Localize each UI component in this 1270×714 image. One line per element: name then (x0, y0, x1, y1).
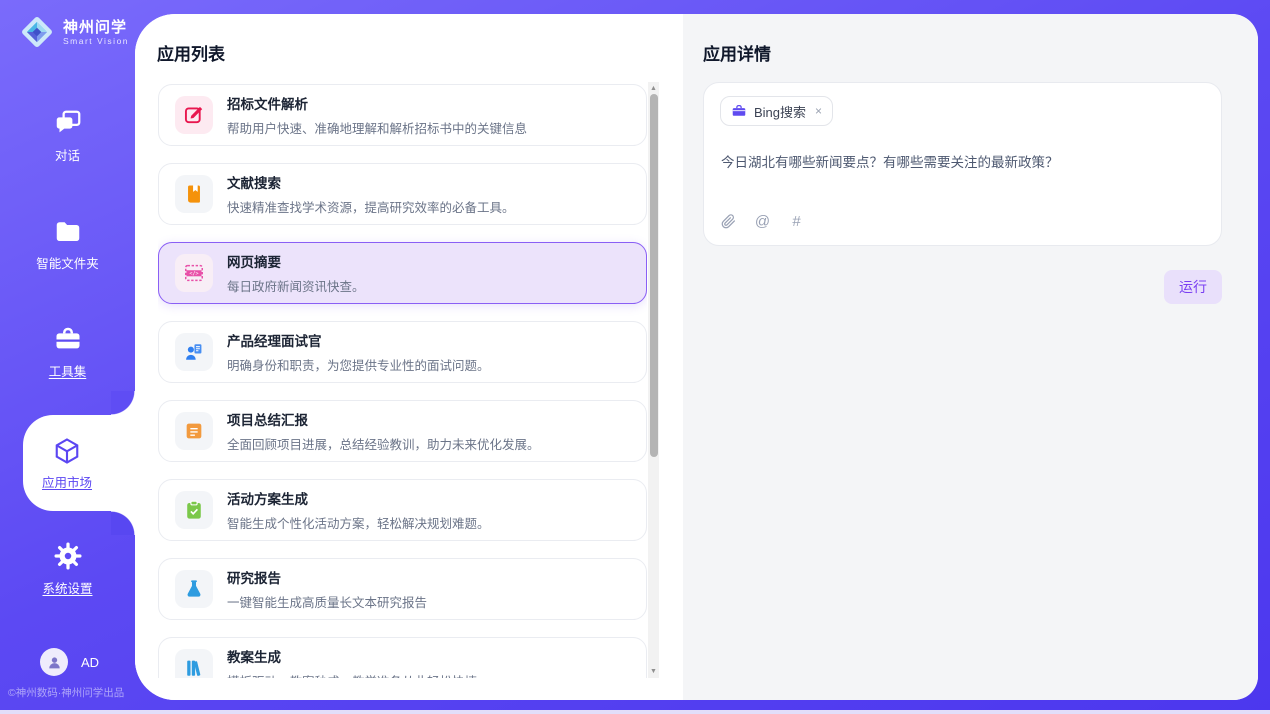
sidebar-item-toolset[interactable]: 工具集 (0, 324, 135, 380)
sidebar-item-label: 智能文件夹 (36, 253, 99, 272)
browser-code-icon: </> (175, 254, 213, 292)
brand-subtitle: Smart Vision (63, 36, 129, 46)
app-card-2[interactable]: 文献搜索快速精准查找学术资源，提高研究效率的必备工具。 (158, 163, 647, 225)
clipboard-check-icon (175, 491, 213, 529)
sidebar-item-settings[interactable]: 系统设置 (0, 541, 135, 597)
brand-name: 神州问学 (63, 19, 129, 36)
scroll-up-arrow-icon[interactable]: ▲ (648, 83, 659, 94)
hash-icon[interactable]: # (788, 213, 805, 230)
app-list-title: 应用列表 (157, 40, 225, 65)
person-icon (45, 653, 64, 672)
app-card-description: 一键智能生成高质量长文本研究报告 (227, 592, 427, 611)
app-card-description: 快速精准查找学术资源，提高研究效率的必备工具。 (227, 197, 515, 216)
svg-text:</>: </> (189, 271, 198, 277)
tool-chip-label: Bing搜索 (754, 102, 806, 121)
bottom-edge-strip (0, 710, 1270, 714)
sidebar: 神州问学 Smart Vision 对话智能文件夹工具集应用市场系统设置 AD … (0, 0, 135, 714)
app-card-7[interactable]: 研究报告一键智能生成高质量长文本研究报告 (158, 558, 647, 620)
user-account[interactable]: AD (40, 648, 99, 676)
app-card-8[interactable]: 教案生成模板驱动，教案秒成，教学准备从此轻松快捷 (158, 637, 647, 678)
app-card-3[interactable]: </> 网页摘要每日政府新闻资讯快查。 (158, 242, 647, 304)
note-lines-icon (175, 412, 213, 450)
app-card-title: 活动方案生成 (227, 488, 490, 508)
app-card-1[interactable]: 招标文件解析帮助用户快速、准确地理解和解析招标书中的关键信息 (158, 84, 647, 146)
app-card-title: 网页摘要 (227, 251, 365, 271)
books-icon (175, 649, 213, 678)
chat-icon (53, 108, 83, 138)
sidebar-item-label: 工具集 (49, 361, 87, 380)
app-card-list: 招标文件解析帮助用户快速、准确地理解和解析招标书中的关键信息文献搜索快速精准查找… (158, 82, 647, 678)
copyright-text: ©神州数码·神州问学出品 (8, 685, 124, 700)
app-card-description: 每日政府新闻资讯快查。 (227, 276, 365, 295)
avatar (40, 648, 68, 676)
sidebar-item-label: 应用市场 (42, 472, 92, 491)
app-card-6[interactable]: 活动方案生成智能生成个性化活动方案，轻松解决规划难题。 (158, 479, 647, 541)
app-detail-title: 应用详情 (703, 40, 771, 65)
app-card-description: 智能生成个性化活动方案，轻松解决规划难题。 (227, 513, 490, 532)
app-card-description: 模板驱动，教案秒成，教学准备从此轻松快捷 (227, 671, 477, 678)
toolbox-icon (53, 324, 83, 354)
app-card-description: 明确身份和职责，为您提供专业性的面试问题。 (227, 355, 490, 374)
prompt-toolbar: @ # (720, 213, 805, 230)
tool-chip-bing-search[interactable]: Bing搜索 × (720, 96, 833, 126)
app-card-title: 文献搜索 (227, 172, 515, 192)
book-icon (175, 175, 213, 213)
mention-icon[interactable]: @ (754, 213, 771, 230)
app-detail-panel: 应用详情 Bing搜索 × 今日湖北有哪些新闻要点？有哪些需要关注的最新政策？ (683, 14, 1258, 700)
scrollbar[interactable]: ▲ ▼ (648, 82, 659, 678)
sidebar-item-folders[interactable]: 智能文件夹 (0, 216, 135, 272)
brand-logo: 神州问学 Smart Vision (18, 13, 129, 51)
app-card-title: 招标文件解析 (227, 93, 527, 113)
sidebar-item-label: 对话 (55, 145, 80, 164)
run-button[interactable]: 运行 (1164, 270, 1222, 304)
briefcase-icon (731, 103, 747, 119)
prompt-input[interactable]: Bing搜索 × 今日湖北有哪些新闻要点？有哪些需要关注的最新政策？ @ # (703, 82, 1222, 246)
app-card-title: 产品经理面试官 (227, 330, 490, 350)
sidebar-item-label: 系统设置 (42, 578, 92, 597)
cube-icon (52, 436, 82, 466)
app-card-description: 全面回顾项目进展，总结经验教训，助力未来优化发展。 (227, 434, 540, 453)
app-card-5[interactable]: 项目总结汇报全面回顾项目进展，总结经验教训，助力未来优化发展。 (158, 400, 647, 462)
sidebar-item-market[interactable]: 应用市场 (23, 415, 135, 511)
app-window: { "brand": { "name": "神州问学", "subtitle":… (0, 0, 1270, 714)
app-card-4[interactable]: 产品经理面试官明确身份和职责，为您提供专业性的面试问题。 (158, 321, 647, 383)
pen-square-icon (175, 96, 213, 134)
interviewer-icon (175, 333, 213, 371)
user-initials: AD (81, 655, 99, 670)
app-card-title: 研究报告 (227, 567, 427, 587)
flask-icon (175, 570, 213, 608)
folder-icon (53, 216, 83, 246)
app-card-title: 项目总结汇报 (227, 409, 540, 429)
sidebar-item-chat[interactable]: 对话 (0, 108, 135, 164)
attachment-icon[interactable] (720, 213, 737, 230)
chip-close-icon[interactable]: × (815, 104, 822, 118)
scrollbar-thumb[interactable] (650, 94, 658, 457)
gem-diamond-icon (18, 13, 56, 51)
prompt-query-text[interactable]: 今日湖北有哪些新闻要点？有哪些需要关注的最新政策？ (721, 151, 1205, 171)
app-card-description: 帮助用户快速、准确地理解和解析招标书中的关键信息 (227, 118, 527, 137)
scroll-down-arrow-icon[interactable]: ▼ (648, 666, 659, 677)
app-card-title: 教案生成 (227, 646, 477, 666)
gear-icon (53, 541, 83, 571)
app-list-panel: 应用列表 招标文件解析帮助用户快速、准确地理解和解析招标书中的关键信息文献搜索快… (135, 14, 683, 700)
main-content: 应用列表 招标文件解析帮助用户快速、准确地理解和解析招标书中的关键信息文献搜索快… (135, 14, 1258, 700)
